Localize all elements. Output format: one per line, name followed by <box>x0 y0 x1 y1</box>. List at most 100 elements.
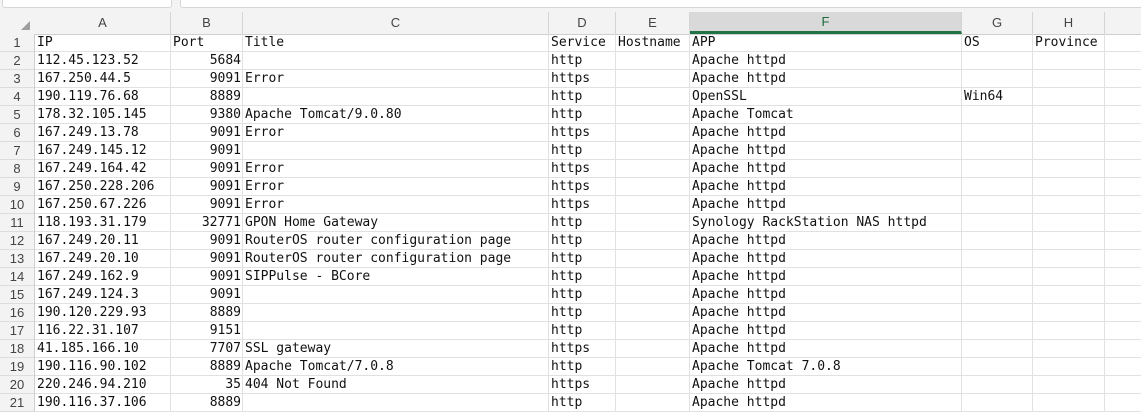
row-header-7[interactable]: 7 <box>0 142 34 160</box>
name-box[interactable] <box>2 0 172 8</box>
cell-d14[interactable]: http <box>549 268 616 286</box>
cell-e18[interactable] <box>616 340 690 358</box>
cell-e11[interactable] <box>616 214 690 232</box>
cell-b19[interactable]: 8889 <box>171 358 243 376</box>
cell-b20[interactable]: 35 <box>171 376 243 394</box>
cell-f6[interactable]: Apache httpd <box>690 124 962 142</box>
cell-g8[interactable] <box>962 160 1033 178</box>
cell-g20[interactable] <box>962 376 1033 394</box>
cell-c2[interactable] <box>243 52 549 70</box>
cell-h10[interactable] <box>1033 196 1105 214</box>
cell-a16[interactable]: 190.120.229.93 <box>35 304 171 322</box>
cell-c19[interactable]: Apache Tomcat/7.0.8 <box>243 358 549 376</box>
row-header-14[interactable]: 14 <box>0 268 34 286</box>
cell-b11[interactable]: 32771 <box>171 214 243 232</box>
cell-g4[interactable]: Win64 <box>962 88 1033 106</box>
cell-f17[interactable]: Apache httpd <box>690 322 962 340</box>
cell-c6[interactable]: Error <box>243 124 549 142</box>
cell-a8[interactable]: 167.249.164.42 <box>35 160 171 178</box>
row-header-5[interactable]: 5 <box>0 106 34 124</box>
cell-e8[interactable] <box>616 160 690 178</box>
cell-c16[interactable] <box>243 304 549 322</box>
cell-e13[interactable] <box>616 250 690 268</box>
cell-f1[interactable]: APP <box>690 34 962 52</box>
cell-h3[interactable] <box>1033 70 1105 88</box>
cell-b8[interactable]: 9091 <box>171 160 243 178</box>
cell-g6[interactable] <box>962 124 1033 142</box>
row-header-21[interactable]: 21 <box>0 394 34 412</box>
cell-e15[interactable] <box>616 286 690 304</box>
cell-c3[interactable]: Error <box>243 70 549 88</box>
cell-b4[interactable]: 8889 <box>171 88 243 106</box>
cell-f20[interactable]: Apache httpd <box>690 376 962 394</box>
cell-a17[interactable]: 116.22.31.107 <box>35 322 171 340</box>
cell-b9[interactable]: 9091 <box>171 178 243 196</box>
cell-b14[interactable]: 9091 <box>171 268 243 286</box>
cell-h16[interactable] <box>1033 304 1105 322</box>
row-header-19[interactable]: 19 <box>0 358 34 376</box>
cell-h21[interactable] <box>1033 394 1105 412</box>
cell-a15[interactable]: 167.249.124.3 <box>35 286 171 304</box>
cell-g12[interactable] <box>962 232 1033 250</box>
cell-d19[interactable]: http <box>549 358 616 376</box>
cell-d18[interactable]: https <box>549 340 616 358</box>
cell-a20[interactable]: 220.246.94.210 <box>35 376 171 394</box>
cell-c10[interactable]: Error <box>243 196 549 214</box>
cell-a13[interactable]: 167.249.20.10 <box>35 250 171 268</box>
row-header-8[interactable]: 8 <box>0 160 34 178</box>
cell-b6[interactable]: 9091 <box>171 124 243 142</box>
column-header-b[interactable]: B <box>171 12 243 34</box>
cell-h14[interactable] <box>1033 268 1105 286</box>
cell-a14[interactable]: 167.249.162.9 <box>35 268 171 286</box>
cell-h6[interactable] <box>1033 124 1105 142</box>
cell-f16[interactable]: Apache httpd <box>690 304 962 322</box>
column-header-d[interactable]: D <box>549 12 616 34</box>
cell-f12[interactable]: Apache httpd <box>690 232 962 250</box>
cell-g13[interactable] <box>962 250 1033 268</box>
cell-g5[interactable] <box>962 106 1033 124</box>
select-all-button[interactable] <box>0 12 34 34</box>
cell-e16[interactable] <box>616 304 690 322</box>
cell-e21[interactable] <box>616 394 690 412</box>
cell-d1[interactable]: Service <box>549 34 616 52</box>
cell-f15[interactable]: Apache httpd <box>690 286 962 304</box>
cell-a19[interactable]: 190.116.90.102 <box>35 358 171 376</box>
cell-b18[interactable]: 7707 <box>171 340 243 358</box>
cell-f13[interactable]: Apache httpd <box>690 250 962 268</box>
cell-c11[interactable]: GPON Home Gateway <box>243 214 549 232</box>
cell-g9[interactable] <box>962 178 1033 196</box>
row-header-9[interactable]: 9 <box>0 178 34 196</box>
cell-g21[interactable] <box>962 394 1033 412</box>
cell-g18[interactable] <box>962 340 1033 358</box>
cell-g11[interactable] <box>962 214 1033 232</box>
cell-f18[interactable]: Apache httpd <box>690 340 962 358</box>
cell-g17[interactable] <box>962 322 1033 340</box>
column-header-c[interactable]: C <box>243 12 549 34</box>
cell-d4[interactable]: http <box>549 88 616 106</box>
cell-h12[interactable] <box>1033 232 1105 250</box>
cell-a1[interactable]: IP <box>35 34 171 52</box>
cell-c4[interactable] <box>243 88 549 106</box>
cell-e6[interactable] <box>616 124 690 142</box>
cell-f2[interactable]: Apache httpd <box>690 52 962 70</box>
cell-d5[interactable]: http <box>549 106 616 124</box>
cell-f11[interactable]: Synology RackStation NAS httpd <box>690 214 962 232</box>
cell-b16[interactable]: 8889 <box>171 304 243 322</box>
cell-e5[interactable] <box>616 106 690 124</box>
cell-h7[interactable] <box>1033 142 1105 160</box>
cell-c12[interactable]: RouterOS router configuration page <box>243 232 549 250</box>
cell-c18[interactable]: SSL gateway <box>243 340 549 358</box>
cell-a21[interactable]: 190.116.37.106 <box>35 394 171 412</box>
cell-h5[interactable] <box>1033 106 1105 124</box>
cell-g16[interactable] <box>962 304 1033 322</box>
column-header-f[interactable]: F <box>690 12 962 34</box>
cell-g2[interactable] <box>962 52 1033 70</box>
cell-a5[interactable]: 178.32.105.145 <box>35 106 171 124</box>
cell-h2[interactable] <box>1033 52 1105 70</box>
cell-g1[interactable]: OS <box>962 34 1033 52</box>
column-header-a[interactable]: A <box>35 12 171 34</box>
row-header-4[interactable]: 4 <box>0 88 34 106</box>
cell-d21[interactable]: http <box>549 394 616 412</box>
cell-a18[interactable]: 41.185.166.10 <box>35 340 171 358</box>
cell-g15[interactable] <box>962 286 1033 304</box>
